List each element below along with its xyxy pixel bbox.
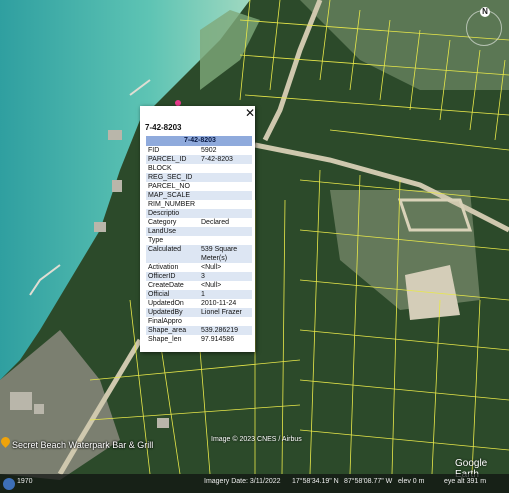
attribute-row: PARCEL_ID 7-42-8203 (146, 155, 252, 164)
attribute-key: FinalAppro (148, 318, 182, 325)
attribute-key: Shape_len (148, 336, 182, 343)
attribute-value (199, 200, 252, 209)
scale-legend-icon[interactable] (3, 478, 15, 490)
compass-control[interactable]: N (466, 7, 502, 46)
attribute-value (199, 317, 252, 326)
attribute-key: Category (148, 219, 177, 226)
attribute-value: Declared (201, 219, 230, 226)
attribute-key: PARCEL_ID (146, 155, 199, 164)
attribute-key: REG_SEC_ID (146, 173, 199, 182)
eye-altitude: eye alt 391 m (444, 478, 487, 485)
attribute-row: Activation <Null> (146, 263, 252, 272)
attribute-key: Shape_area (146, 326, 199, 335)
attribute-key: BLOCK (148, 165, 172, 172)
popup-title: 7-42-8203 (145, 123, 182, 132)
attribute-value: Lionel Frazer (199, 308, 252, 317)
attribute-row: Descriptio (146, 209, 252, 218)
attribute-value: 539 Square Meter(s) (199, 245, 252, 263)
attribute-value (199, 191, 252, 200)
attribute-value: <Null> (201, 282, 222, 289)
attribute-row: OfficerID 3 (146, 272, 252, 281)
table-header-cell: 7-42-8203 (146, 136, 252, 146)
attribute-value: 3 (199, 272, 252, 281)
table-header-row: 7-42-8203 (146, 136, 252, 146)
attribute-key: UpdatedOn (148, 300, 184, 307)
compass-north-icon: N (480, 7, 490, 17)
attribute-row: Shape_area 539.286219 (146, 326, 252, 335)
attribute-value: 5902 (201, 147, 217, 154)
attribute-row: Calculated 539 Square Meter(s) (146, 245, 252, 263)
imagery-copyright: Image © 2023 CNES / Airbus (211, 436, 302, 443)
attribute-value: 539.286219 (199, 326, 252, 335)
imagery-date: Imagery Date: 3/11/2022 (204, 478, 281, 485)
attribute-row: UpdatedBy Lionel Frazer (146, 308, 252, 317)
status-bar: 1970 Imagery Date: 3/11/2022 17°58'34.19… (0, 474, 509, 493)
attribute-row: Shape_len 97.914586 (146, 335, 252, 344)
poi-label[interactable]: Secret Beach Waterpark Bar & Grill (12, 440, 153, 450)
attribute-value (199, 164, 252, 173)
attribute-key: OfficerID (146, 272, 199, 281)
attribute-row: LandUse (146, 227, 252, 236)
attribute-value (199, 209, 252, 218)
attribute-row: BLOCK (146, 164, 252, 173)
attribute-row: PARCEL_NO (146, 182, 252, 191)
attribute-value (199, 236, 252, 245)
attribute-value: 2010-11-24 (201, 300, 237, 307)
attribute-value: 7-42-8203 (199, 155, 252, 164)
close-icon[interactable]: ✕ (245, 107, 255, 119)
attribute-value (199, 173, 252, 182)
attribute-row: UpdatedOn 2010-11-24 (146, 299, 252, 308)
attribute-key: RIM_NUMBER (148, 201, 196, 208)
attribute-value: 97.914586 (201, 336, 235, 343)
attribute-row: REG_SEC_ID (146, 173, 252, 182)
attribute-key: UpdatedBy (146, 308, 199, 317)
attribute-key: CreateDate (148, 282, 184, 289)
attribute-key: Calculated (146, 245, 199, 263)
attribute-row: CreateDate <Null> (146, 281, 252, 290)
attribute-row: Official 1 (146, 290, 252, 299)
attribute-key: MAP_SCALE (146, 191, 199, 200)
attribute-value: 1 (199, 290, 252, 299)
attribute-key: LandUse (146, 227, 199, 236)
scale-label: 1970 (17, 478, 33, 485)
elevation: elev 0 m (398, 478, 425, 485)
attribute-value: <Null> (201, 264, 222, 271)
longitude: 87°58'08.77" W (344, 478, 393, 485)
attribute-row: Category Declared (146, 218, 252, 227)
attribute-value (199, 227, 252, 236)
parcel-info-popup: ✕ 7-42-8203 7-42-8203 FID 5902 PARCEL_ID 7-… (140, 106, 255, 352)
attribute-key: PARCEL_NO (148, 183, 190, 190)
attribute-row: FID 5902 (146, 146, 252, 155)
attribute-key: Type (148, 237, 164, 244)
attribute-row: RIM_NUMBER (146, 200, 252, 209)
attribute-key: Descriptio (146, 209, 199, 218)
attribute-row: Type (146, 236, 252, 245)
attribute-table: 7-42-8203 FID 5902 PARCEL_ID 7-42-8203 BLOCK… (146, 136, 252, 344)
attribute-value (199, 182, 252, 191)
attribute-key: Activation (148, 264, 179, 271)
attribute-row: FinalAppro (146, 317, 252, 326)
attribute-row: MAP_SCALE (146, 191, 252, 200)
attribute-key: FID (148, 147, 160, 154)
latitude: 17°58'34.19" N (292, 478, 339, 485)
attribute-key: Official (146, 290, 199, 299)
